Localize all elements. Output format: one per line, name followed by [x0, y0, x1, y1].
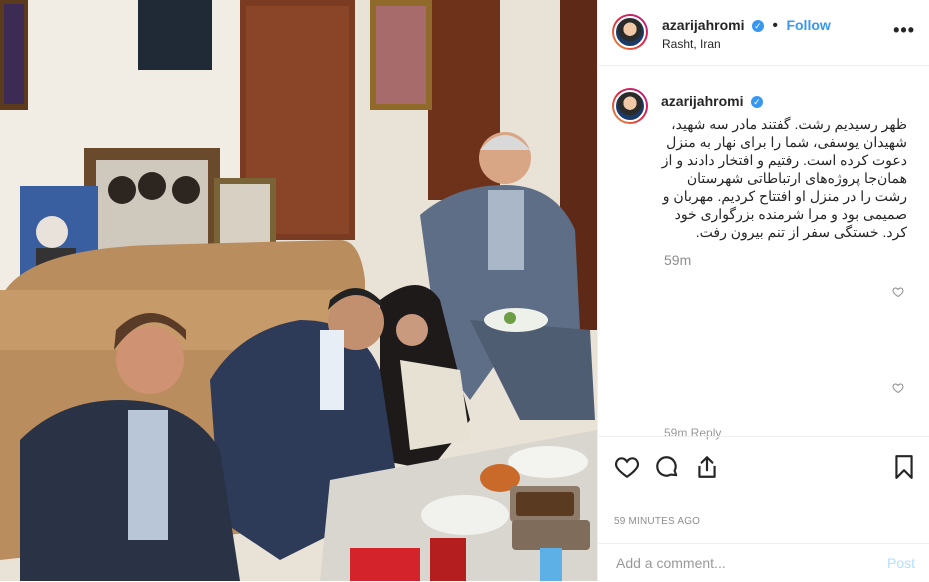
comment-like-heart-icon[interactable]	[892, 382, 904, 394]
share-icon[interactable]	[694, 454, 720, 480]
post-side-panel: azarijahromi ✓ • Follow Rasht, Iran ••• …	[597, 0, 929, 581]
comments-area[interactable]: azarijahromi ✓ ظهر رسیدیم رشت. گفتند ماد…	[598, 66, 929, 435]
caption-block: azarijahromi ✓ ظهر رسیدیم رشت. گفتند ماد…	[661, 93, 907, 241]
add-comment-bar: Post	[598, 543, 929, 582]
bookmark-icon[interactable]	[891, 454, 917, 480]
caption-avatar[interactable]	[612, 88, 648, 124]
verified-badge-icon: ✓	[751, 19, 764, 32]
post-comment-button[interactable]: Post	[887, 555, 915, 571]
caption-text: ظهر رسیدیم رشت. گفتند مادر سه شهید، شهید…	[661, 116, 907, 240]
post-location[interactable]: Rasht, Iran	[662, 37, 831, 51]
comment-bubble-icon[interactable]	[654, 454, 680, 480]
author-username[interactable]: azarijahromi	[662, 17, 744, 33]
photo-illustration	[0, 0, 597, 581]
post-actions	[598, 436, 929, 497]
post-header: azarijahromi ✓ • Follow Rasht, Iran •••	[598, 0, 929, 66]
caption-time[interactable]: 59m	[664, 252, 691, 268]
separator-dot: •	[772, 17, 778, 34]
caption-username[interactable]: azarijahromi	[661, 93, 743, 109]
comment-like-heart-icon[interactable]	[892, 286, 904, 298]
instagram-post-modal: azarijahromi ✓ • Follow Rasht, Iran ••• …	[0, 0, 929, 581]
post-photo[interactable]	[0, 0, 597, 581]
verified-badge-icon: ✓	[750, 95, 763, 108]
heart-icon[interactable]	[614, 454, 640, 480]
header-names: azarijahromi ✓ • Follow Rasht, Iran	[662, 17, 831, 51]
post-timestamp[interactable]: 59 MINUTES AGO	[614, 516, 700, 527]
author-avatar[interactable]	[612, 14, 648, 50]
add-comment-input[interactable]	[614, 554, 868, 572]
follow-button[interactable]: Follow	[786, 17, 830, 33]
more-options-icon[interactable]: •••	[893, 20, 915, 41]
